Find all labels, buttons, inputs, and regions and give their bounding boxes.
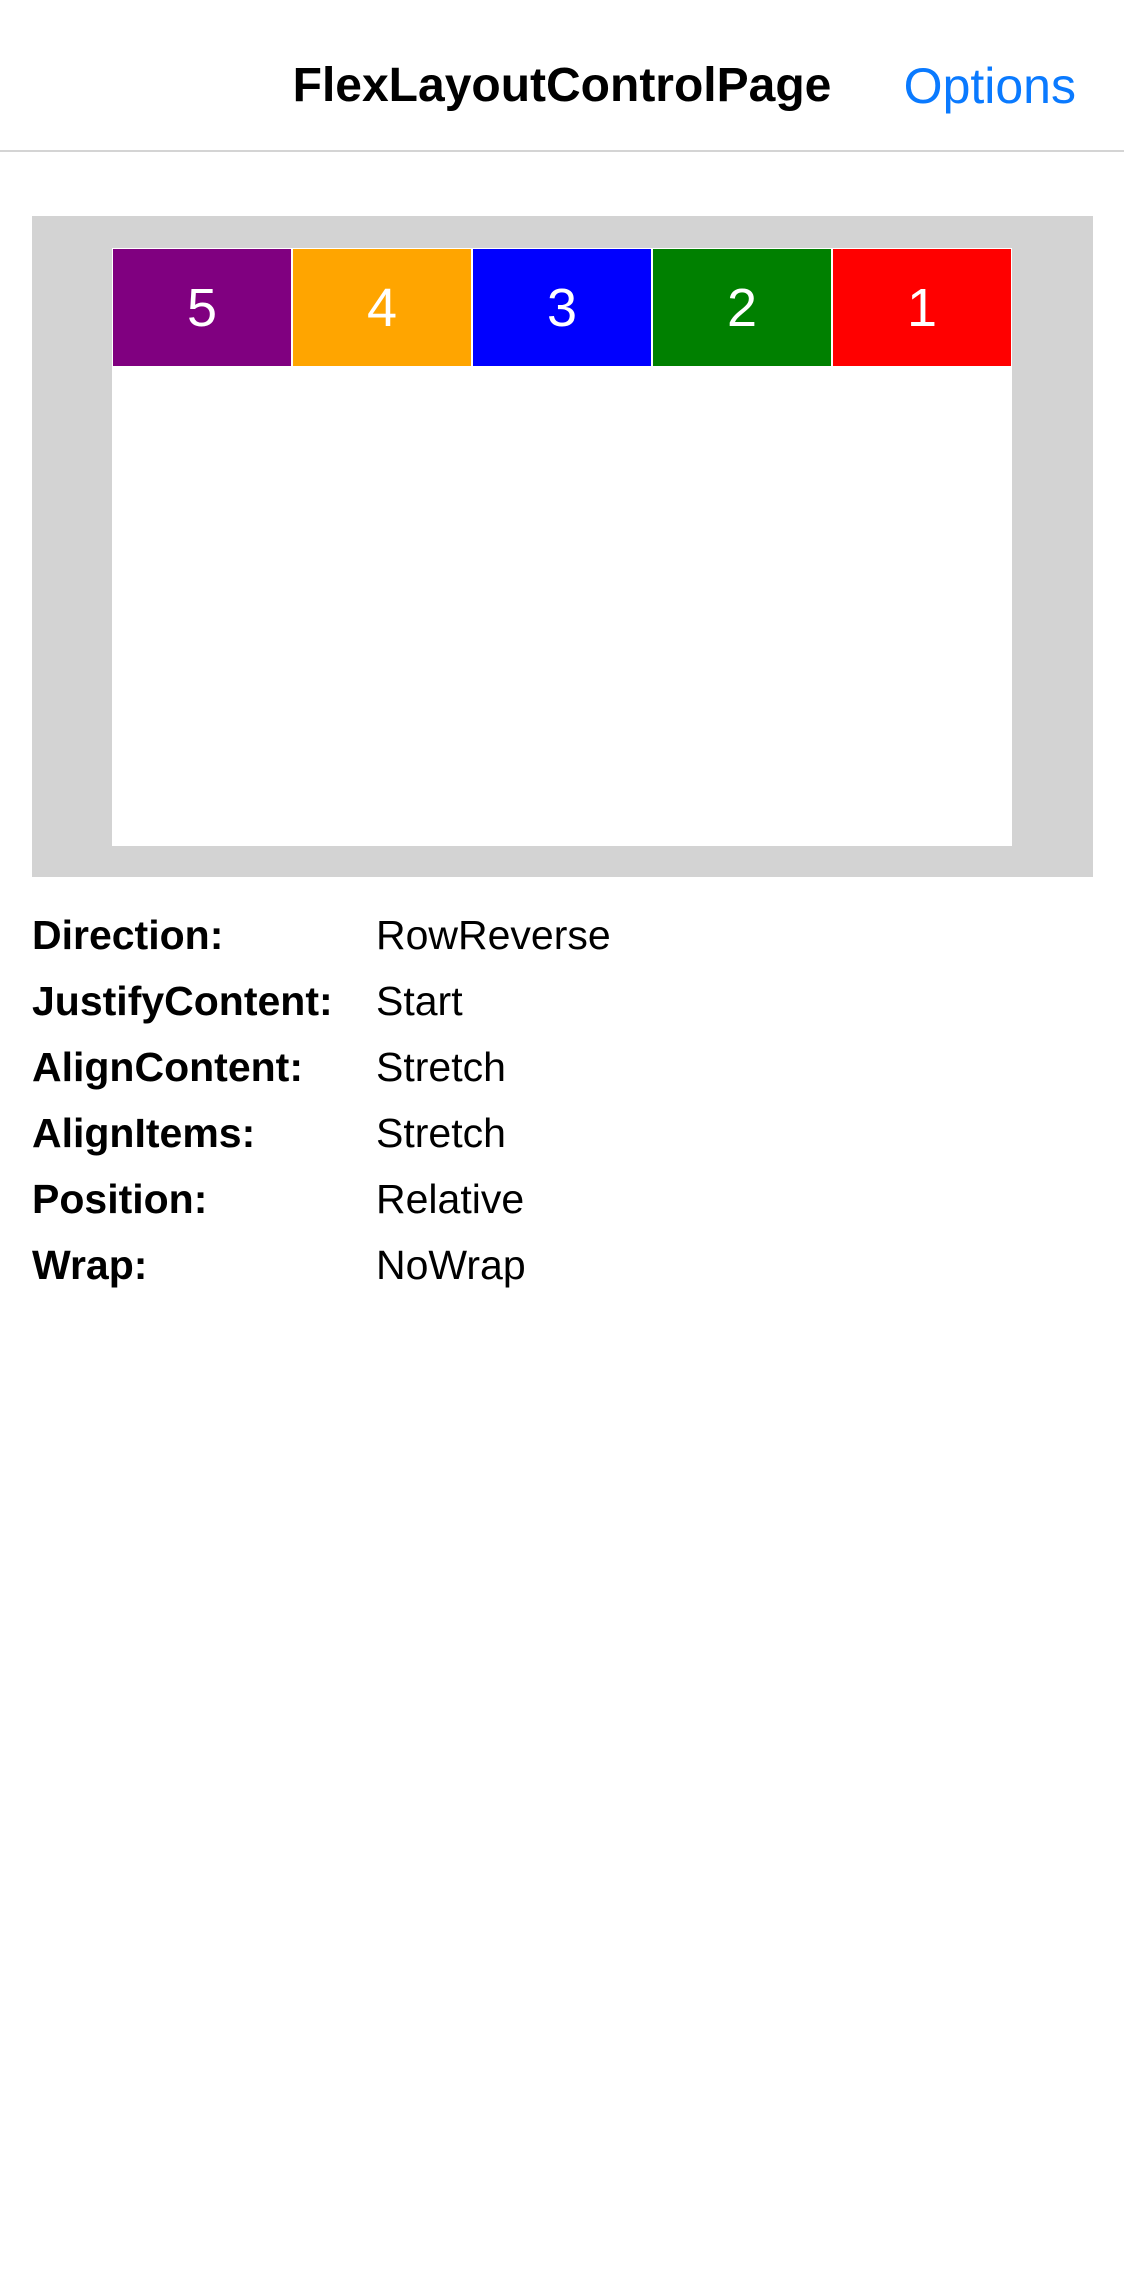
property-row-direction: Direction: RowReverse: [32, 902, 611, 968]
flex-item-1: 1: [833, 249, 1011, 366]
property-row-justify-content: JustifyContent: Start: [32, 968, 611, 1034]
property-value: Relative: [376, 1175, 525, 1222]
property-label: AlignItems:: [32, 1109, 256, 1156]
property-row-wrap: Wrap: NoWrap: [32, 1232, 611, 1298]
flex-layout: 5 4 3 2 1: [112, 248, 1012, 846]
flex-item-3: 3: [473, 249, 651, 366]
property-value: RowReverse: [376, 911, 611, 958]
property-label: Position:: [32, 1175, 208, 1222]
flex-item-2: 2: [653, 249, 831, 366]
property-label: Wrap:: [32, 1241, 148, 1288]
property-value: Start: [376, 977, 463, 1024]
property-row-align-items: AlignItems: Stretch: [32, 1100, 611, 1166]
property-row-position: Position: Relative: [32, 1166, 611, 1232]
property-label: JustifyContent:: [32, 977, 333, 1024]
property-value: Stretch: [376, 1043, 506, 1090]
flex-item-4: 4: [293, 249, 471, 366]
flex-item-5: 5: [113, 249, 291, 366]
flex-items-row: 5 4 3 2 1: [112, 248, 1012, 367]
property-value: NoWrap: [376, 1241, 526, 1288]
navigation-bar: FlexLayoutControlPage Options: [0, 0, 1124, 152]
property-row-align-content: AlignContent: Stretch: [32, 1034, 611, 1100]
options-button[interactable]: Options: [904, 56, 1076, 116]
property-label: AlignContent:: [32, 1043, 303, 1090]
property-label: Direction:: [32, 911, 224, 958]
layout-properties: Direction: RowReverse JustifyContent: St…: [32, 902, 611, 1298]
flex-layout-container: 5 4 3 2 1: [32, 216, 1093, 877]
property-value: Stretch: [376, 1109, 506, 1156]
